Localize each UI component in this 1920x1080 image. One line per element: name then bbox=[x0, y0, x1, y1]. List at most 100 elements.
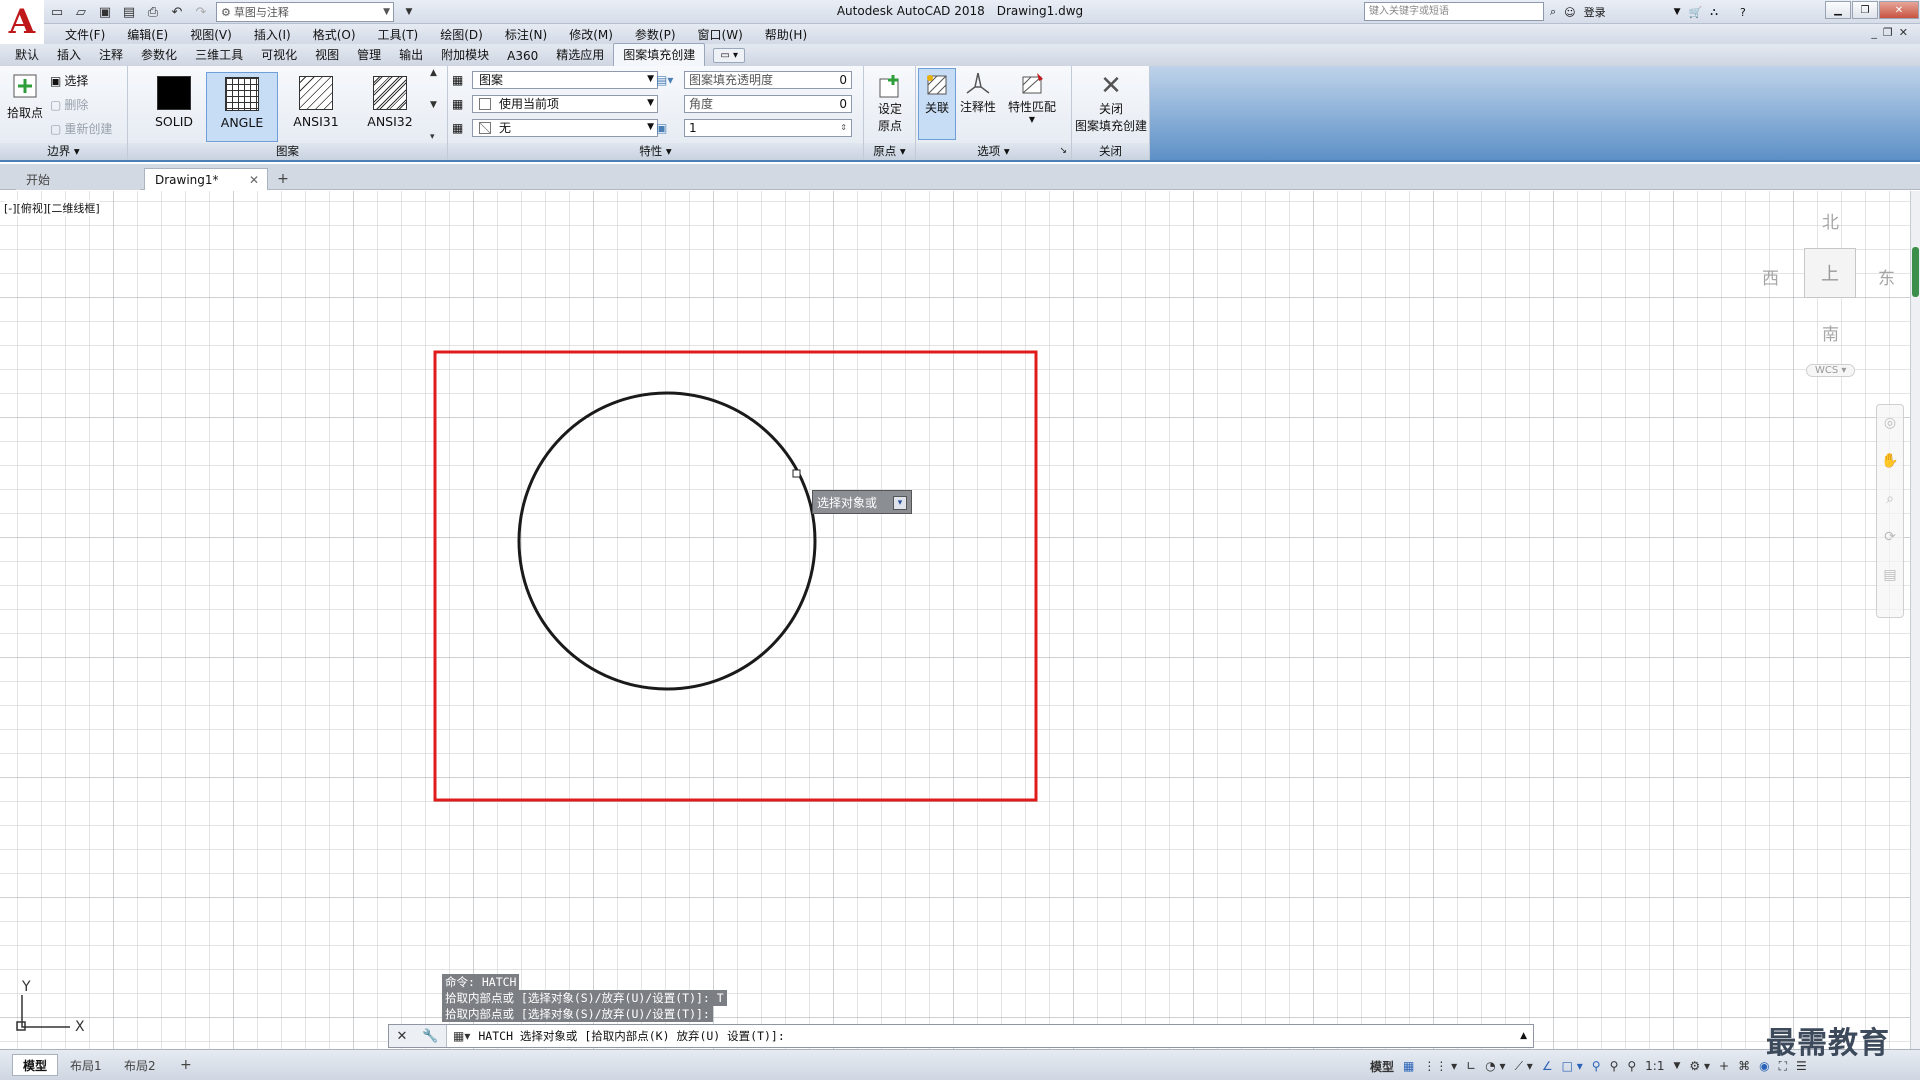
chevron-down-icon[interactable]: ▼ bbox=[1673, 1061, 1680, 1071]
new-tab-button[interactable]: + bbox=[272, 168, 294, 190]
tab-parametric[interactable]: 参数化 bbox=[132, 44, 186, 66]
chevron-down-icon[interactable]: ▼ bbox=[430, 100, 442, 110]
close-icon[interactable]: ✕ bbox=[396, 1029, 407, 1044]
hatch-background-dropdown[interactable]: 无 ▼ bbox=[472, 118, 658, 137]
print-icon[interactable]: ⎙ bbox=[144, 3, 162, 21]
menu-view[interactable]: 视图(V) bbox=[179, 26, 243, 43]
pattern-ansi32[interactable]: ANSI32 bbox=[354, 72, 426, 142]
panel-title-options[interactable]: 选项 ▾ ↘ bbox=[916, 143, 1071, 160]
command-icon[interactable]: ▦▾ bbox=[453, 1029, 470, 1043]
user-icon[interactable]: ☺ bbox=[1564, 6, 1575, 19]
a360-icon[interactable]: ⛬ bbox=[1710, 5, 1718, 19]
viewcube-west[interactable]: 西 bbox=[1762, 264, 1779, 289]
viewcube-south[interactable]: 南 bbox=[1822, 320, 1839, 345]
pattern-ansi31[interactable]: ANSI31 bbox=[280, 72, 352, 142]
menu-window[interactable]: 窗口(W) bbox=[687, 26, 754, 43]
tooltip-options-icon[interactable]: ▾ bbox=[893, 496, 907, 510]
viewcube-east[interactable]: 东 bbox=[1878, 264, 1895, 289]
ribbon-minimize-icon[interactable]: ▭ ▾ bbox=[713, 48, 745, 63]
viewcube[interactable]: 北 西 东 南 上 WCS ▾ bbox=[1750, 200, 1920, 380]
annotation-visibility-icon[interactable]: ⚲ bbox=[1592, 1059, 1601, 1073]
osnap-tracking-icon[interactable]: ∠ bbox=[1542, 1059, 1553, 1073]
menu-format[interactable]: 格式(O) bbox=[302, 26, 367, 43]
close-button[interactable]: ✕ bbox=[1879, 1, 1919, 19]
layer-icon[interactable]: ▤▾ bbox=[656, 73, 684, 87]
document-window-controls[interactable]: _❐✕ bbox=[1871, 26, 1914, 39]
plus-icon[interactable]: + bbox=[1719, 1059, 1729, 1073]
orbit-icon[interactable]: ⟳ bbox=[1884, 529, 1896, 545]
angle-field[interactable]: 角度 0 bbox=[684, 94, 852, 113]
save-as-icon[interactable]: ▤ bbox=[120, 3, 138, 21]
minimize-button[interactable]: ▁ bbox=[1825, 1, 1851, 19]
tab-output[interactable]: 输出 bbox=[390, 44, 432, 66]
tab-addins[interactable]: 附加模块 bbox=[432, 44, 498, 66]
scale-field[interactable]: 1 ⇕ bbox=[684, 118, 852, 137]
auto-scale-icon[interactable]: ⚲ bbox=[1610, 1059, 1619, 1073]
open-file-icon[interactable]: ▱ bbox=[72, 3, 90, 21]
annotation-scale-value[interactable]: 1:1 bbox=[1645, 1059, 1664, 1073]
tab-manage[interactable]: 管理 bbox=[348, 44, 390, 66]
cart-icon[interactable]: 🛒 bbox=[1689, 6, 1703, 19]
viewcube-top-face[interactable]: 上 bbox=[1804, 248, 1856, 298]
binoculars-icon[interactable]: ⌕ bbox=[1550, 5, 1556, 19]
object-snap-icon[interactable]: □ ▾ bbox=[1562, 1059, 1583, 1073]
model-space-canvas[interactable]: Y X bbox=[0, 191, 1910, 1055]
menu-dimension[interactable]: 标注(N) bbox=[494, 26, 558, 43]
select-button[interactable]: ▣ 选择 bbox=[50, 72, 88, 89]
menu-file[interactable]: 文件(F) bbox=[54, 26, 116, 43]
close-tab-icon[interactable]: ✕ bbox=[249, 173, 259, 187]
spinner-icon[interactable]: ⇕ bbox=[840, 123, 847, 132]
chevron-up-icon[interactable]: ▲ bbox=[430, 68, 442, 78]
drawing-area[interactable]: Y X bbox=[0, 191, 1910, 1055]
menu-parametric[interactable]: 参数(P) bbox=[624, 26, 687, 43]
recreate-button[interactable]: ▢ 重新创建 bbox=[50, 120, 112, 137]
pattern-angle[interactable]: ANGLE bbox=[206, 72, 278, 142]
new-file-icon[interactable]: ▭ bbox=[48, 3, 66, 21]
viewport-controls-label[interactable]: [-][俯视][二维线框] bbox=[4, 200, 100, 216]
menu-edit[interactable]: 编辑(E) bbox=[116, 26, 179, 43]
tab-insert[interactable]: 插入 bbox=[48, 44, 90, 66]
search-input[interactable]: 键入关键字或短语 bbox=[1364, 2, 1544, 21]
expand-gallery-icon[interactable]: ▾ bbox=[430, 132, 442, 142]
application-menu-button[interactable]: A bbox=[0, 0, 44, 44]
qat-customize-icon[interactable]: ▼ bbox=[400, 3, 418, 21]
close-hatch-editor-button[interactable]: ✕ 关闭 图案填充创建 bbox=[1074, 71, 1148, 134]
layout-tab-2[interactable]: 布局2 bbox=[114, 1054, 166, 1076]
hatch-color-dropdown[interactable]: 使用当前项 ▼ bbox=[472, 94, 658, 113]
layout-tab-model[interactable]: 模型 bbox=[12, 1054, 59, 1076]
tab-start[interactable]: 开始 bbox=[16, 168, 140, 190]
wrench-icon[interactable]: 🔧 bbox=[422, 1029, 438, 1044]
showmotion-icon[interactable]: ▤ bbox=[1883, 567, 1896, 583]
tab-drawing1[interactable]: Drawing1* ✕ bbox=[144, 168, 268, 190]
menu-draw[interactable]: 绘图(D) bbox=[429, 26, 494, 43]
tab-view[interactable]: 视图 bbox=[306, 44, 348, 66]
pan-icon[interactable]: ✋ bbox=[1881, 453, 1898, 469]
gear-icon[interactable]: ⚙ ▾ bbox=[1689, 1059, 1710, 1073]
help-icon[interactable]: ? bbox=[1740, 6, 1746, 19]
panel-title-origin[interactable]: 原点 ▾ bbox=[864, 143, 915, 160]
menu-insert[interactable]: 插入(I) bbox=[243, 26, 302, 43]
menu-help[interactable]: 帮助(H) bbox=[754, 26, 818, 43]
pattern-gallery-scroll[interactable]: ▲ ▼ ▾ bbox=[430, 68, 442, 142]
snap-icon[interactable]: ⋮⋮ ▾ bbox=[1423, 1059, 1457, 1073]
model-space-button[interactable]: 模型 bbox=[1370, 1058, 1394, 1075]
pick-points-button[interactable]: 拾取点 bbox=[4, 72, 46, 121]
command-line[interactable]: ✕ 🔧 ▦▾ HATCH 选择对象或 [拾取内部点(K) 放弃(U) 设置(T)]… bbox=[388, 1024, 1534, 1048]
match-properties-button[interactable]: 特性匹配 ▼ bbox=[1002, 70, 1062, 124]
pattern-solid[interactable]: SOLID bbox=[138, 72, 210, 142]
workspace-dropdown[interactable]: ⚙ 草图与注释 ▼ bbox=[216, 2, 394, 22]
steering-wheel-icon[interactable]: ◎ bbox=[1884, 415, 1896, 431]
save-icon[interactable]: ▣ bbox=[96, 3, 114, 21]
tab-3d-tools[interactable]: 三维工具 bbox=[186, 44, 252, 66]
grid-icon[interactable]: ▦ bbox=[1403, 1059, 1414, 1073]
panel-title-properties[interactable]: 特性 ▾ bbox=[448, 143, 863, 160]
command-prompt[interactable]: HATCH 选择对象或 [拾取内部点(K) 放弃(U) 设置(T)]: bbox=[470, 1028, 784, 1044]
annotative-button[interactable]: 注释性 bbox=[958, 70, 998, 115]
wcs-dropdown[interactable]: WCS ▾ bbox=[1806, 364, 1856, 377]
menu-modify[interactable]: 修改(M) bbox=[558, 26, 624, 43]
login-button[interactable]: 登录 bbox=[1584, 4, 1606, 20]
chevron-up-icon[interactable]: ▲ bbox=[1520, 1031, 1527, 1041]
add-layout-button[interactable]: + bbox=[170, 1054, 202, 1076]
hatch-type-dropdown[interactable]: 图案 ▼ bbox=[472, 70, 658, 89]
panel-title-boundary[interactable]: 边界 ▾ bbox=[0, 143, 127, 160]
